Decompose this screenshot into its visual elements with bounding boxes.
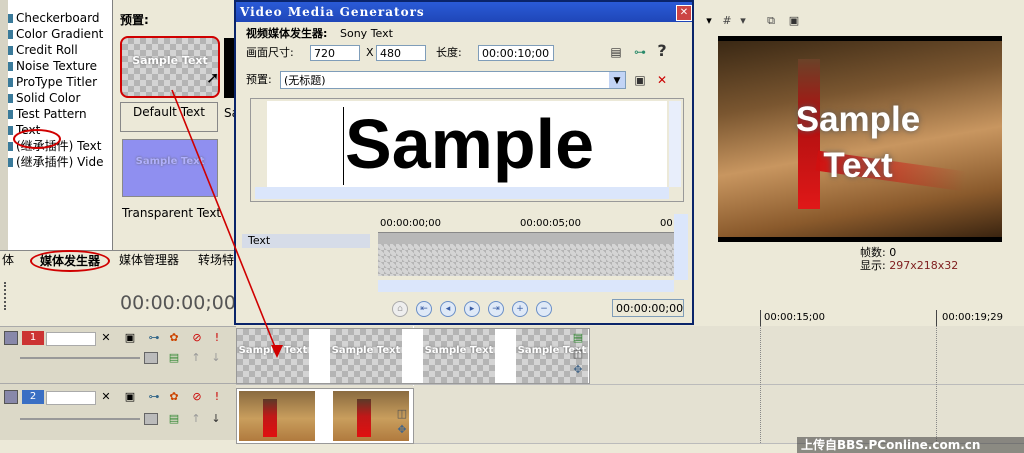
watermark-text: 上传自BBS.PConline.com.cn [797,437,1024,453]
arrow-head [271,345,283,358]
arrow-line [171,89,278,353]
annotation-arrow [171,89,283,358]
